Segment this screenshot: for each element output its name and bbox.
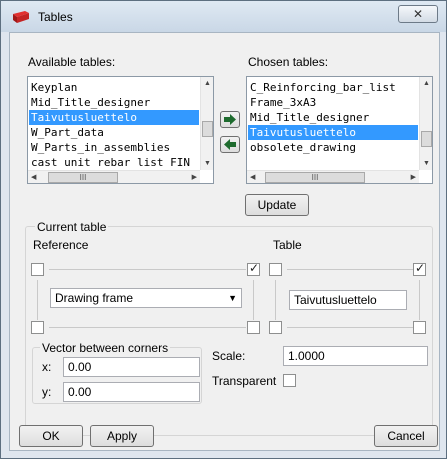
list-item[interactable]: W_Parts_in_assemblies xyxy=(29,140,199,155)
list-item[interactable]: C_Reinforcing_bar_list xyxy=(248,80,418,95)
chosen-vscroll[interactable]: ▲ ▼ xyxy=(419,77,432,170)
table-bottom-left-checkbox[interactable] xyxy=(269,321,282,334)
scroll-down-icon[interactable]: ▼ xyxy=(204,159,211,168)
chevron-down-icon[interactable]: ▼ xyxy=(228,289,237,307)
vector-label: Vector between corners xyxy=(40,341,171,355)
reference-label: Reference xyxy=(33,238,89,252)
close-button[interactable]: ✕ xyxy=(398,5,438,23)
scroll-left-icon[interactable]: ◀ xyxy=(250,173,255,182)
divider xyxy=(419,280,420,320)
add-to-chosen-button[interactable] xyxy=(220,111,240,128)
vector-x-field[interactable]: 0.00 xyxy=(63,357,200,377)
divider xyxy=(275,280,276,320)
reference-bottom-right-checkbox[interactable] xyxy=(247,321,260,334)
reference-point-select[interactable]: Drawing frame ▼ xyxy=(50,288,242,308)
scroll-down-icon[interactable]: ▼ xyxy=(423,159,430,168)
divider xyxy=(37,280,38,320)
divider xyxy=(253,280,254,320)
grip-icon: III xyxy=(79,173,87,182)
available-tables-list[interactable]: Keyplan Mid_Title_designer Taivutusluettel… xyxy=(27,76,214,184)
list-item[interactable]: Taivutusluettelo xyxy=(29,110,199,125)
chosen-tables-list[interactable]: C_Reinforcing_bar_list Frame_3xA3 Mid_Titl… xyxy=(246,76,433,184)
list-item[interactable]: obsolete_drawing xyxy=(248,140,418,155)
available-tables-label: Available tables: xyxy=(28,55,116,69)
arrow-left-icon xyxy=(224,139,236,150)
list-item[interactable]: Keyplan xyxy=(29,80,199,95)
scroll-up-icon[interactable]: ▲ xyxy=(423,79,430,88)
chosen-tables-label: Chosen tables: xyxy=(248,55,329,69)
reference-top-right-checkbox[interactable] xyxy=(247,261,260,276)
table-label: Table xyxy=(273,238,302,252)
grip-icon: III xyxy=(311,173,319,182)
available-hscroll[interactable]: ◀ III ▶ xyxy=(28,170,200,183)
cancel-button[interactable]: Cancel xyxy=(374,425,438,447)
table-bottom-right-checkbox[interactable] xyxy=(413,321,426,334)
app-icon xyxy=(13,11,29,23)
scroll-right-icon[interactable]: ▶ xyxy=(411,173,416,182)
vector-y-field[interactable]: 0.00 xyxy=(63,382,200,402)
divider xyxy=(49,269,246,270)
scroll-thumb[interactable] xyxy=(421,131,432,147)
list-item[interactable]: Mid_Title_designer xyxy=(29,95,199,110)
dialog-body: Available tables: Keyplan Mid_Title_desig… xyxy=(9,32,440,451)
table-point-field[interactable]: Taivutusluettelo xyxy=(289,290,407,310)
scroll-up-icon[interactable]: ▲ xyxy=(204,79,211,88)
current-table-label: Current table xyxy=(35,220,109,234)
divider xyxy=(287,269,414,270)
scroll-thumb[interactable] xyxy=(202,121,213,137)
scroll-thumb[interactable]: III xyxy=(265,172,365,183)
title-bar[interactable]: Tables ✕ xyxy=(1,1,446,32)
list-item[interactable]: W_Part_data xyxy=(29,125,199,140)
list-item[interactable]: Frame_3xA3 xyxy=(248,95,418,110)
scale-label: Scale: xyxy=(212,349,246,363)
scroll-thumb[interactable]: III xyxy=(48,172,118,183)
reference-top-left-checkbox[interactable] xyxy=(31,263,44,276)
current-table-group xyxy=(25,226,433,436)
reference-bottom-left-checkbox[interactable] xyxy=(31,321,44,334)
scroll-right-icon[interactable]: ▶ xyxy=(192,173,197,182)
remove-from-chosen-button[interactable] xyxy=(220,136,240,153)
transparent-checkbox[interactable] xyxy=(283,374,296,387)
update-button[interactable]: Update xyxy=(245,194,309,216)
vector-x-label: x: xyxy=(42,360,52,374)
list-item[interactable]: cast unit rebar list FIN xyxy=(29,155,199,170)
list-item[interactable]: Mid_Title_designer xyxy=(248,110,418,125)
list-item[interactable]: Taivutusluettelo xyxy=(248,125,418,140)
scale-field[interactable]: 1.0000 xyxy=(283,346,428,366)
tables-dialog: Tables ✕ Available tables: Keyplan Mid_Ti… xyxy=(0,0,447,459)
transparent-label: Transparent xyxy=(212,374,277,388)
ok-button[interactable]: OK xyxy=(19,425,83,447)
chosen-hscroll[interactable]: ◀ III ▶ xyxy=(247,170,419,183)
apply-button[interactable]: Apply xyxy=(90,425,154,447)
divider xyxy=(49,327,246,328)
table-top-right-checkbox[interactable] xyxy=(413,261,426,276)
scroll-left-icon[interactable]: ◀ xyxy=(31,173,36,182)
reference-point-value: Drawing frame xyxy=(55,291,134,305)
vector-y-label: y: xyxy=(42,385,52,399)
close-icon: ✕ xyxy=(412,7,424,21)
divider xyxy=(287,327,414,328)
table-top-left-checkbox[interactable] xyxy=(269,263,282,276)
arrow-right-icon xyxy=(224,114,236,125)
window-title: Tables xyxy=(38,10,73,24)
available-vscroll[interactable]: ▲ ▼ xyxy=(200,77,213,170)
